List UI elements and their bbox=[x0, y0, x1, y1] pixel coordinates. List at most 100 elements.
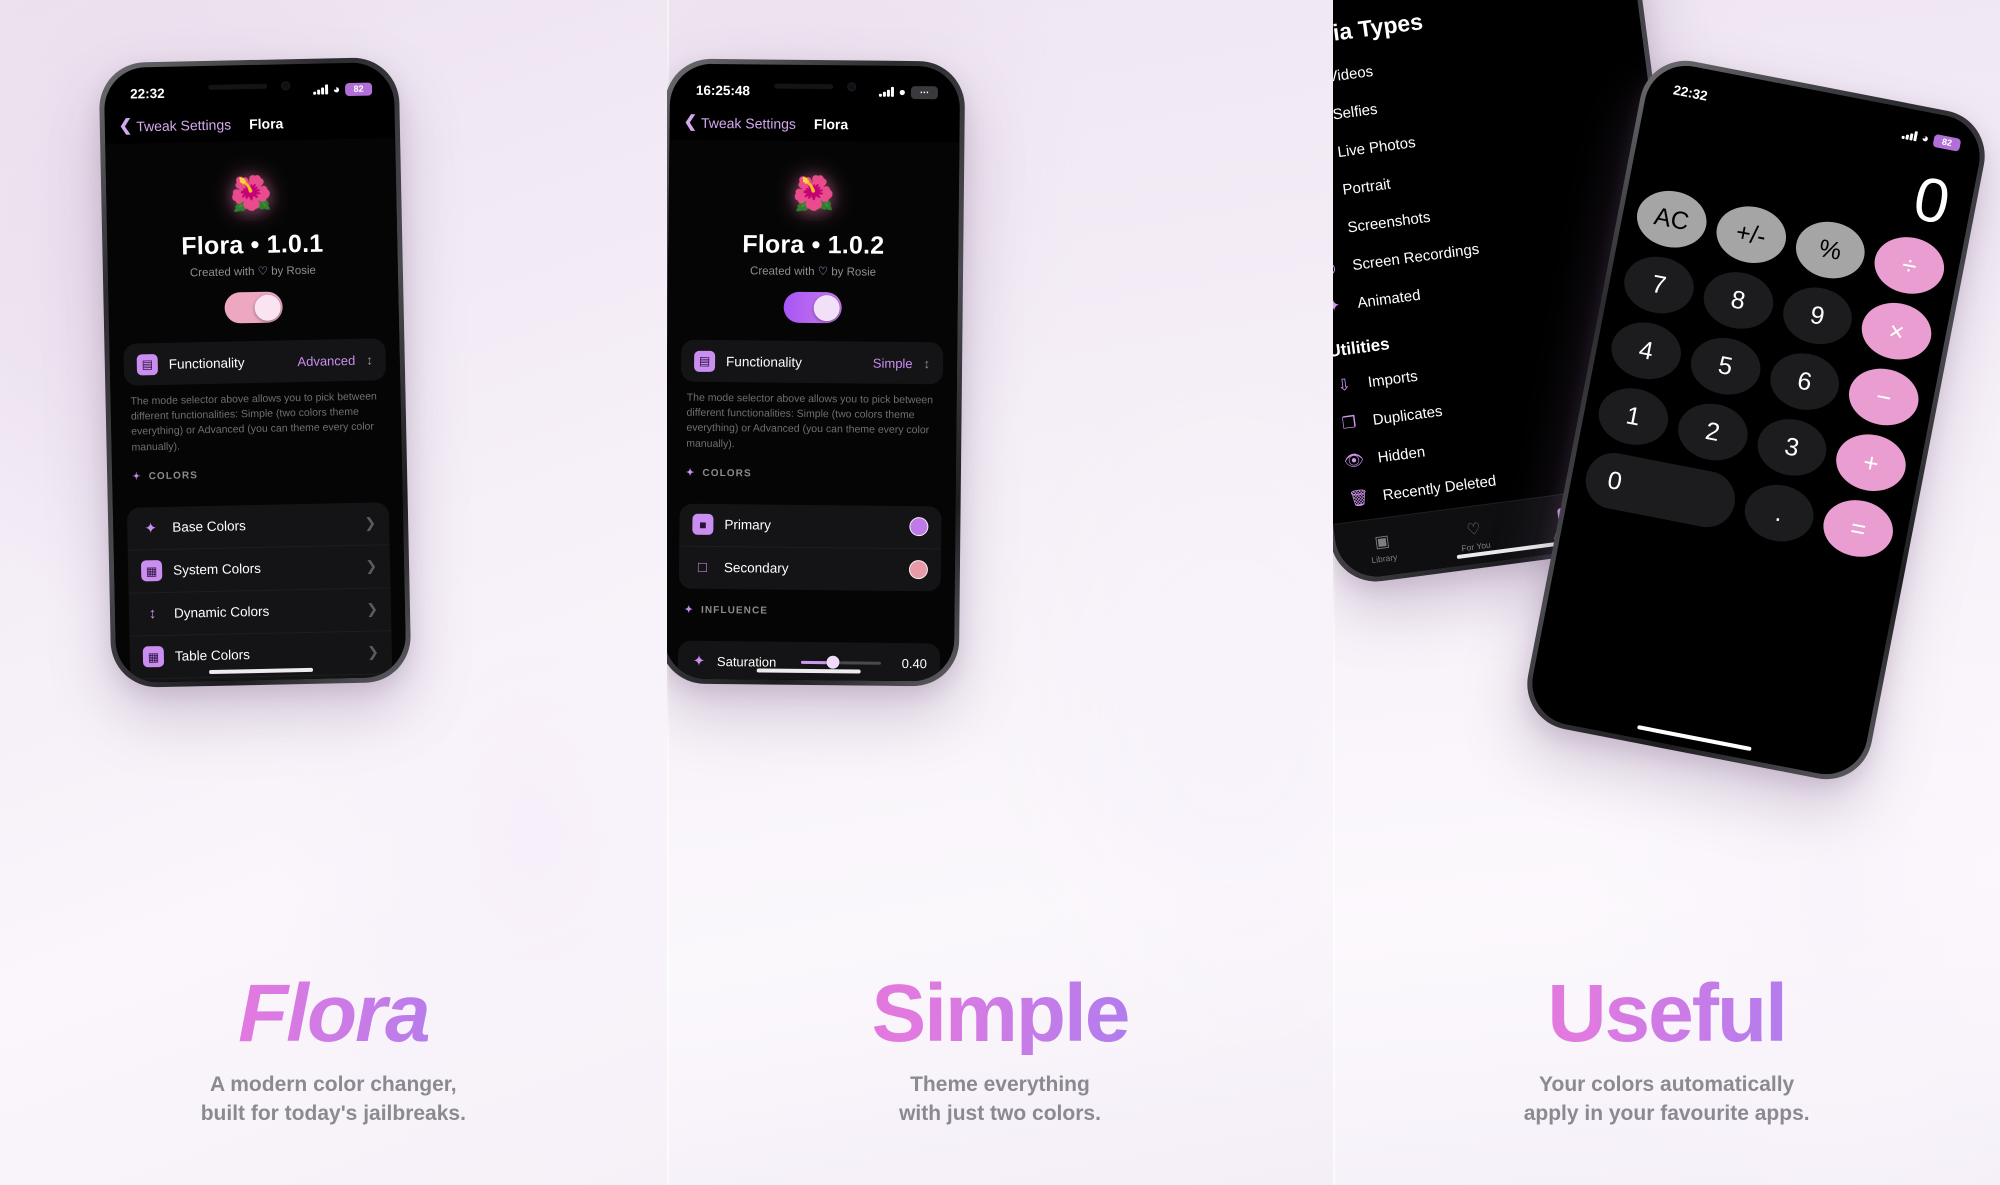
subheadline: Theme everything with just two colors. bbox=[667, 1071, 1334, 1129]
functionality-row[interactable]: ▤ Functionality Advanced ↕ bbox=[123, 338, 386, 385]
key-decimal[interactable]: . bbox=[1739, 478, 1819, 548]
chevron-left-icon: ❮ bbox=[683, 113, 697, 131]
key-divide[interactable]: ÷ bbox=[1870, 231, 1950, 300]
slider-track[interactable] bbox=[800, 656, 881, 670]
app-title: Flora • 1.0.2 bbox=[741, 230, 885, 260]
key-clear[interactable]: AC bbox=[1632, 185, 1712, 254]
caption-3: Useful Your colors automatically apply i… bbox=[1333, 973, 2000, 1129]
headline: Simple bbox=[667, 973, 1334, 1055]
sparkle-icon: ✦ bbox=[684, 604, 694, 616]
functionality-label: Functionality bbox=[725, 353, 802, 370]
screen-recording-icon: ◉ bbox=[1333, 259, 1338, 279]
dynamic-colors-icon: ↕ bbox=[148, 605, 157, 623]
chevron-right-icon: ❯ bbox=[366, 643, 380, 661]
signal-icon bbox=[1901, 129, 1919, 142]
slider-knob[interactable] bbox=[826, 656, 840, 670]
sparkle-icon: ✦ bbox=[132, 471, 142, 483]
slider-value: 0.40 bbox=[901, 655, 927, 672]
key-0[interactable]: 0 bbox=[1581, 448, 1740, 532]
row-system-colors[interactable]: ▦ System Colors ❯ bbox=[127, 545, 391, 594]
row-base-colors[interactable]: ✦ Base Colors ❯ bbox=[126, 502, 390, 551]
key-plus[interactable]: + bbox=[1831, 428, 1911, 497]
row-primary-color[interactable]: ■ Primary bbox=[678, 503, 942, 550]
promo-stage: 22:32 ◕ 82 ❮ Tweak Settings Flora 🌺 Flor… bbox=[0, 0, 2000, 1185]
sub-line-2: apply in your favourite apps. bbox=[1523, 1102, 1810, 1126]
subheadline: A modern color changer, built for today'… bbox=[0, 1071, 667, 1129]
key-6[interactable]: 6 bbox=[1765, 347, 1845, 416]
updown-icon: ↕ bbox=[923, 355, 930, 371]
master-toggle[interactable] bbox=[224, 291, 283, 324]
key-9[interactable]: 9 bbox=[1778, 281, 1858, 350]
sparkle-icon: ✦ bbox=[685, 467, 696, 479]
key-percent[interactable]: % bbox=[1790, 215, 1871, 285]
primary-color-swatch[interactable] bbox=[908, 517, 929, 537]
row-label: Dynamic Colors bbox=[173, 604, 270, 622]
key-7[interactable]: 7 bbox=[1619, 250, 1699, 320]
functionality-row[interactable]: ▤ Functionality Simple ↕ bbox=[681, 340, 943, 385]
row-label: Table Colors bbox=[174, 647, 251, 665]
camera-icon bbox=[846, 81, 856, 91]
secondary-color-swatch[interactable] bbox=[908, 560, 928, 580]
key-8[interactable]: 8 bbox=[1698, 266, 1779, 335]
master-toggle[interactable] bbox=[783, 291, 842, 324]
key-minus[interactable]: − bbox=[1844, 362, 1924, 432]
row-dynamic-colors[interactable]: ↕ Dynamic Colors ❯ bbox=[128, 588, 392, 637]
wifi-icon: ◕ bbox=[332, 82, 341, 97]
panel-flora: 22:32 ◕ 82 ❮ Tweak Settings Flora 🌺 Flor… bbox=[0, 0, 667, 1185]
headline: Flora bbox=[0, 973, 667, 1055]
hidden-eye-icon: 👁 bbox=[1343, 451, 1366, 471]
key-1[interactable]: 1 bbox=[1594, 382, 1674, 451]
key-3[interactable]: 3 bbox=[1752, 413, 1832, 482]
tab-library[interactable]: ▣ Library bbox=[1335, 525, 1431, 569]
functionality-footnote: The mode selector above allows you to pi… bbox=[685, 391, 933, 450]
chevron-right-icon: ❯ bbox=[364, 514, 377, 532]
key-equals[interactable]: = bbox=[1819, 494, 1899, 563]
panel-simple: 16:25:48 ● ⋯ ❮ Tweak Settings Flora 🌺 Fl… bbox=[666, 0, 1334, 1185]
slider-saturation[interactable]: ✦ Saturation 0.40 bbox=[677, 640, 939, 681]
calculator-keypad: AC +/- % ÷ 7 8 9 × 4 5 6 − 1 2 3 + 0 . = bbox=[1575, 184, 1955, 564]
home-indicator bbox=[1637, 725, 1752, 752]
key-multiply[interactable]: × bbox=[1857, 297, 1937, 366]
key-sign[interactable]: +/- bbox=[1711, 200, 1791, 269]
back-button[interactable]: ❮ Tweak Settings bbox=[683, 113, 796, 132]
app-credit: Created with ♡ by Rosie bbox=[682, 263, 944, 280]
screenshot-icon: ▣ bbox=[1333, 219, 1336, 242]
primary-color-icon: ■ bbox=[691, 514, 714, 536]
flora-logo-icon: 🌺 bbox=[223, 166, 279, 222]
functionality-footnote: The mode selector above allows you to pi… bbox=[130, 390, 377, 454]
status-time: 22:32 bbox=[129, 85, 165, 102]
colors-section-header: ✦ COLORS bbox=[679, 451, 941, 488]
import-icon: ⇩ bbox=[1336, 376, 1353, 396]
chevron-right-icon: ❯ bbox=[366, 600, 379, 618]
app-body-1: 🌺 Flora • 1.0.1 Created with ♡ by Rosie bbox=[105, 138, 407, 683]
wifi-icon: ◕ bbox=[1920, 130, 1931, 146]
key-2[interactable]: 2 bbox=[1673, 397, 1753, 467]
functionality-icon: ▤ bbox=[693, 350, 715, 372]
colors-section-header: ✦ COLORS bbox=[126, 450, 389, 489]
caption-2: Simple Theme everything with just two co… bbox=[667, 973, 1334, 1129]
notch bbox=[750, 72, 879, 100]
back-label: Tweak Settings bbox=[700, 114, 796, 132]
trash-icon: 🗑 bbox=[1348, 489, 1371, 509]
colors-header-label: COLORS bbox=[148, 470, 199, 483]
key-5[interactable]: 5 bbox=[1686, 332, 1766, 401]
status-indicators: ◕ 82 bbox=[313, 81, 373, 97]
battery-badge: 82 bbox=[1932, 133, 1962, 152]
row-label: Primary bbox=[723, 517, 771, 533]
chevron-left-icon: ❮ bbox=[118, 117, 133, 135]
functionality-icon: ▤ bbox=[136, 353, 159, 375]
back-button[interactable]: ❮ Tweak Settings bbox=[119, 116, 232, 134]
toggle-knob bbox=[812, 294, 839, 321]
sub-line-1: Theme everything bbox=[910, 1073, 1090, 1097]
status-indicators: ◕ 82 bbox=[1901, 127, 1962, 152]
app-credit: Created with ♡ by Rosie bbox=[122, 261, 384, 280]
status-indicators: ● ⋯ bbox=[878, 85, 938, 99]
tab-label: Library bbox=[1371, 551, 1399, 565]
colors-group: ■ Primary □ Secondary bbox=[678, 503, 942, 592]
influence-header-label: INFLUENCE bbox=[700, 604, 768, 617]
heart-icon: ♡ bbox=[817, 266, 828, 279]
row-secondary-color[interactable]: □ Secondary bbox=[678, 546, 940, 591]
notch bbox=[184, 71, 314, 101]
key-4[interactable]: 4 bbox=[1606, 316, 1686, 385]
functionality-group: ▤ Functionality Advanced ↕ bbox=[123, 338, 387, 386]
